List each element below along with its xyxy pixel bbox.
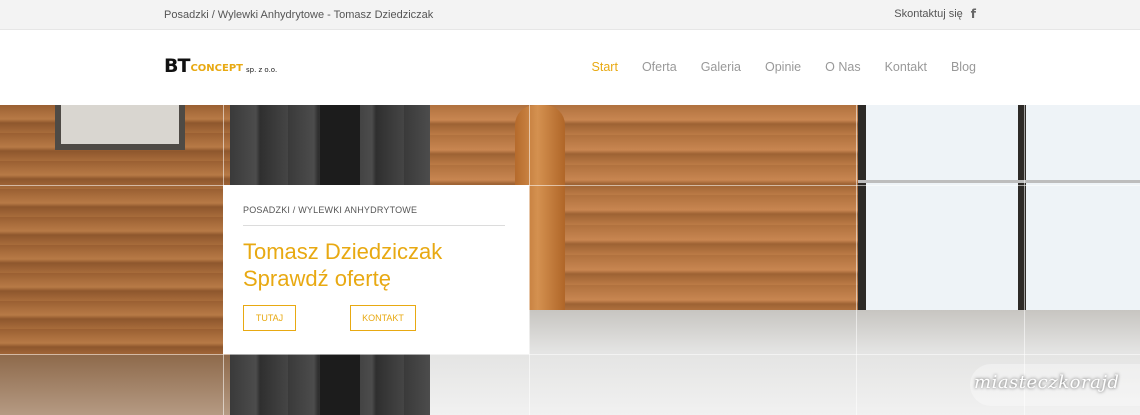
nav-item-galeria[interactable]: Galeria — [701, 60, 741, 74]
nav-item-opinie[interactable]: Opinie — [765, 60, 801, 74]
logo-suffix: sp. z o.o. — [245, 66, 278, 74]
tutaj-button[interactable]: TUTAJ — [243, 305, 296, 331]
contact-label: Skontaktuj się — [894, 8, 963, 20]
facebook-icon[interactable]: f — [971, 7, 976, 21]
hero-headline-line1: Tomasz Dziedziczak — [243, 239, 443, 264]
hero-buttons: TUTAJ KONTAKT — [243, 305, 509, 331]
top-bar: Posadzki / Wylewki Anhydrytowe - Tomasz … — [0, 0, 1140, 30]
hero-photo-window-right — [858, 105, 1140, 315]
site-tagline: Posadzki / Wylewki Anhydrytowe - Tomasz … — [164, 9, 434, 21]
hero-grid-line — [856, 105, 857, 415]
nav-item-start[interactable]: Start — [592, 60, 618, 74]
hero-banner — [0, 105, 1140, 415]
nav-item-blog[interactable]: Blog — [951, 60, 976, 74]
hero-card: POSADZKI / WYLEWKI ANHYDRYTOWE Tomasz Dz… — [223, 185, 529, 354]
hero-grid-line — [529, 105, 530, 415]
nav-item-kontakt[interactable]: Kontakt — [885, 60, 927, 74]
hero-headline: Tomasz Dziedziczak Sprawdź ofertę — [243, 238, 509, 292]
hero-photo-window-rail — [858, 180, 1140, 183]
kontakt-button[interactable]: KONTAKT — [350, 305, 416, 331]
hero-kicker: POSADZKI / WYLEWKI ANHYDRYTOWE — [243, 205, 505, 226]
hero-photo-floor-left — [0, 355, 230, 415]
nav-item-oferta[interactable]: Oferta — [642, 60, 677, 74]
contact-link[interactable]: Skontaktuj się f — [894, 7, 976, 21]
logo-bt: BT — [164, 55, 190, 77]
hero-photo-window-frame — [858, 105, 866, 315]
site-header: BT CONCEPT sp. z o.o. Start Oferta Galer… — [0, 30, 1140, 105]
hero-grid-line — [0, 354, 1140, 355]
hero-grid-line — [0, 185, 1140, 186]
hero-headline-line2: Sprawdź ofertę — [243, 266, 391, 291]
watermark-text: miasteczkorajd — [974, 372, 1120, 393]
site-logo[interactable]: BT CONCEPT sp. z o.o. — [164, 57, 277, 76]
logo-concept: CONCEPT — [190, 63, 243, 74]
hero-photo-window-left — [55, 105, 185, 150]
nav-item-o-nas[interactable]: O Nas — [825, 60, 860, 74]
main-nav: Start Oferta Galeria Opinie O Nas Kontak… — [592, 60, 976, 74]
watermark: miasteczkorajd — [970, 364, 1140, 406]
